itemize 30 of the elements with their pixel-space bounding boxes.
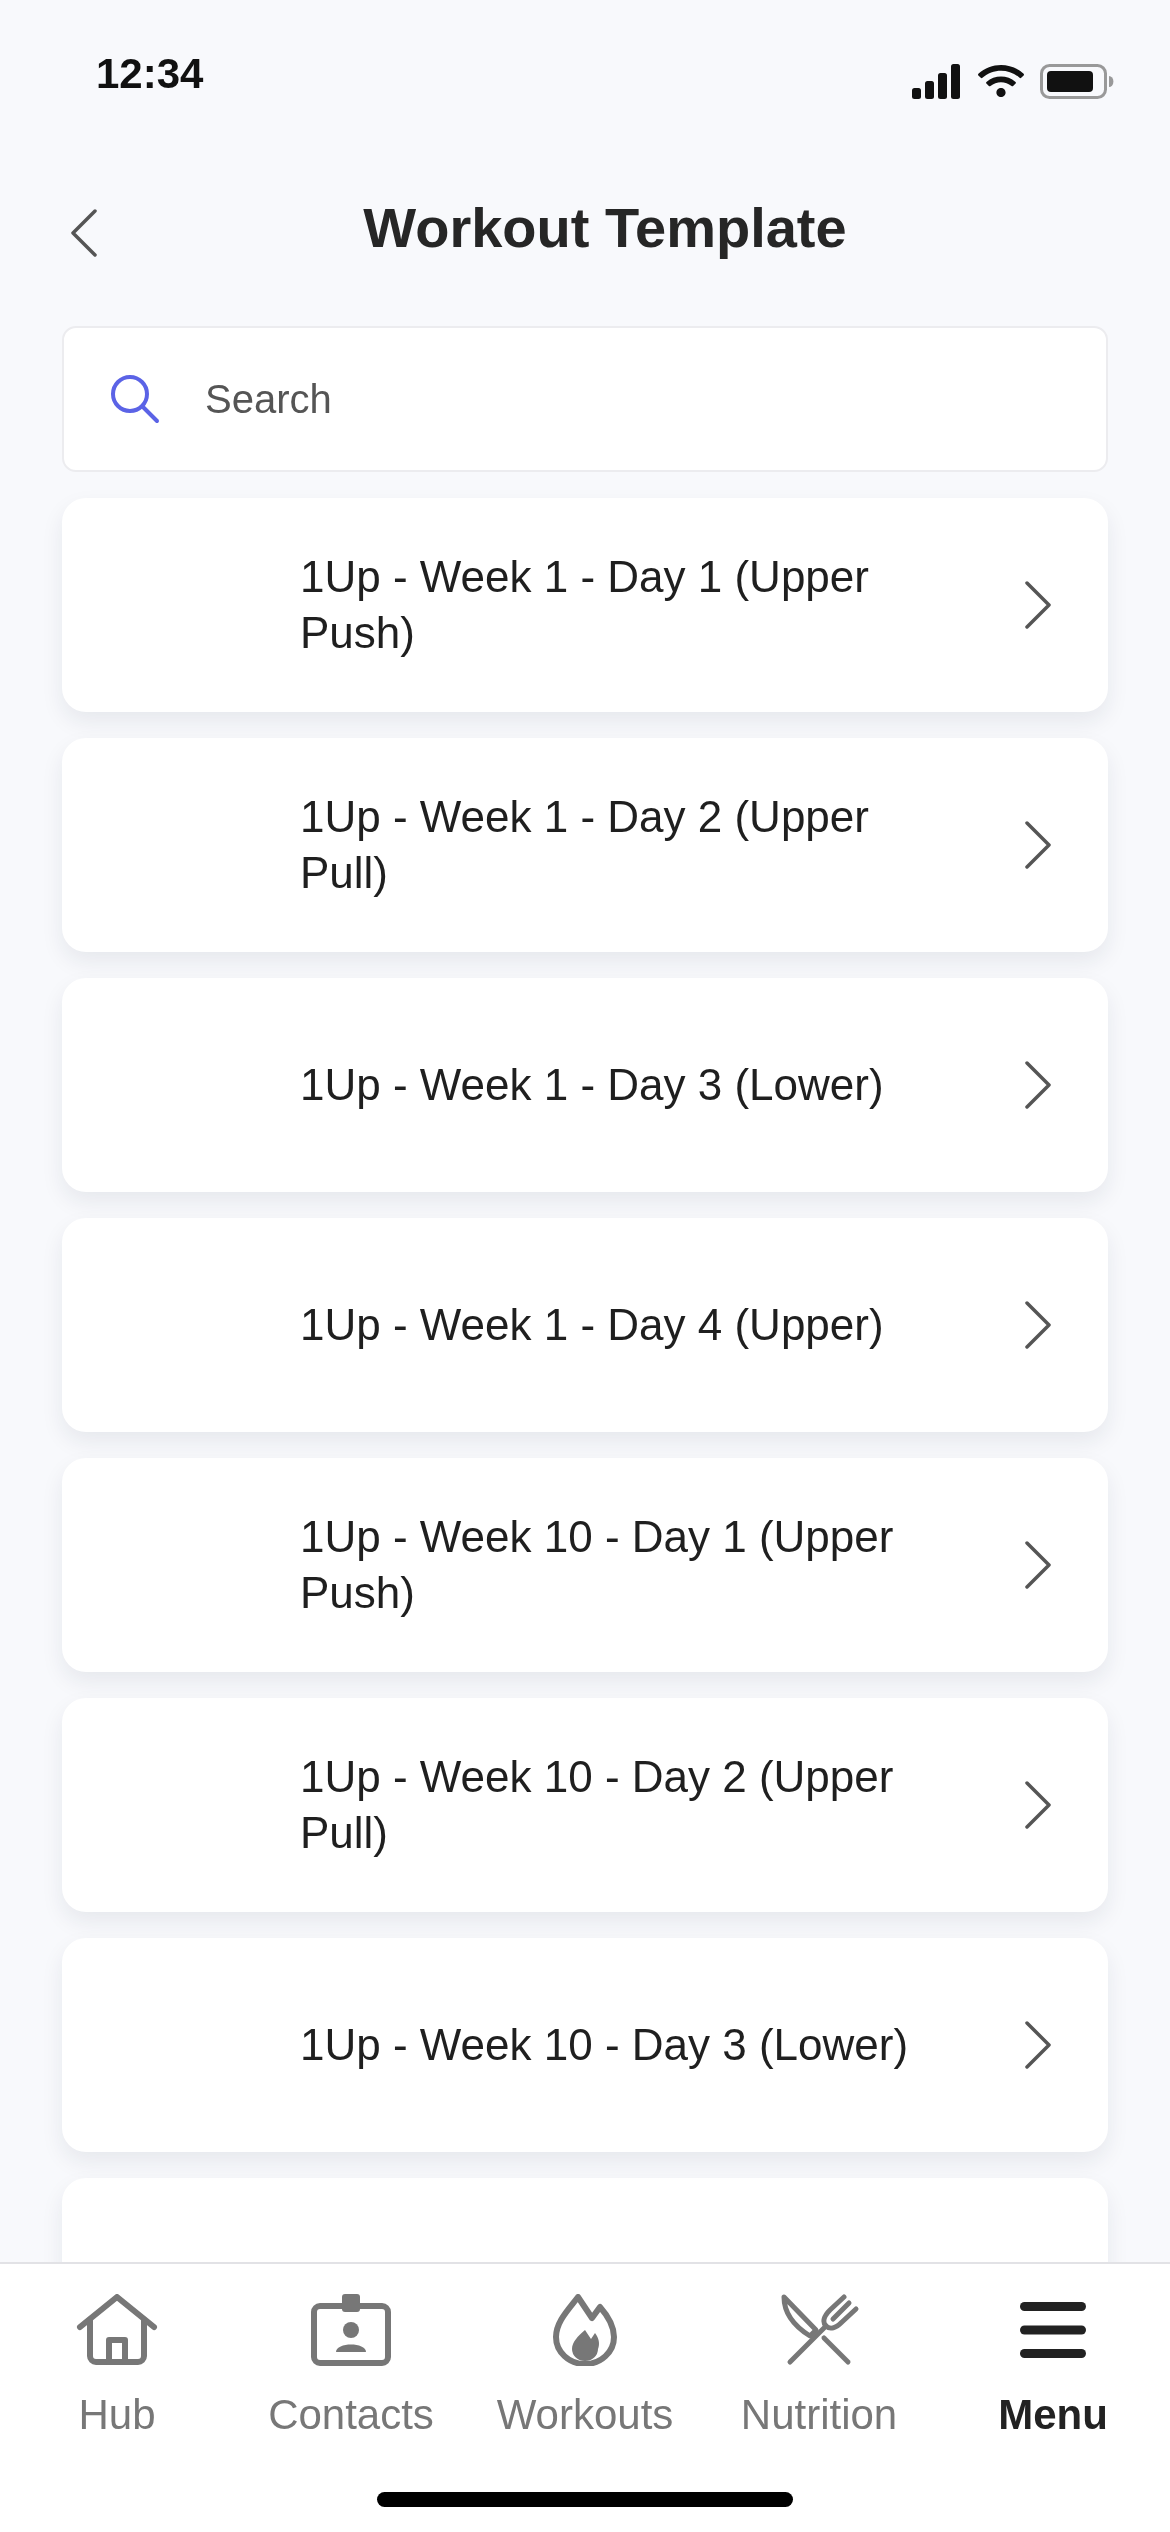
template-card[interactable]: 1Up - Week 10 - Day 3 (Lower) [62, 1938, 1108, 2152]
tab-bar-item[interactable]: Workouts [468, 2264, 702, 2440]
battery-icon [1040, 63, 1114, 99]
template-card[interactable]: 1Up - Week 10 - Day 1 (Upper Push) [62, 1458, 1108, 1672]
status-time: 12:34 [96, 50, 204, 98]
home-icon [76, 2294, 158, 2366]
template-card[interactable]: 1Up - Week 1 - Day 2 (Upper Pull) [62, 738, 1108, 952]
template-card[interactable]: 1Up - Week 1 - Day 4 (Upper) [62, 1218, 1108, 1432]
menu-icon [1020, 2302, 1086, 2358]
chevron-right-icon [1024, 581, 1052, 629]
template-card[interactable]: 1Up - Week 1 - Day 1 (Upper Push) [62, 498, 1108, 712]
search-field[interactable]: Search [62, 326, 1108, 472]
id-badge-icon [310, 2294, 392, 2366]
tab-bar-item[interactable]: Contacts [234, 2264, 468, 2440]
chevron-right-icon [1024, 821, 1052, 869]
flame-icon [552, 2294, 618, 2366]
back-icon [70, 209, 98, 257]
page-title: Workout Template [363, 196, 847, 260]
signal-icon [912, 63, 962, 99]
chevron-right-icon [1024, 1541, 1052, 1589]
search-icon [110, 374, 160, 424]
tab-bar-item[interactable]: Hub [0, 2264, 234, 2440]
chevron-right-icon [1024, 1781, 1052, 1829]
tab-bar-item[interactable]: Nutrition [702, 2264, 936, 2440]
tab-bar-item[interactable]: Menu [936, 2264, 1170, 2440]
chevron-right-icon [1024, 2021, 1052, 2069]
template-card[interactable]: 1Up - Week 1 - Day 3 (Lower) [62, 978, 1108, 1192]
template-card[interactable]: 1Up - Week 10 - Day 2 (Upper Pull) [62, 1698, 1108, 1912]
chevron-right-icon [1024, 1061, 1052, 1109]
chevron-right-icon [1024, 1301, 1052, 1349]
